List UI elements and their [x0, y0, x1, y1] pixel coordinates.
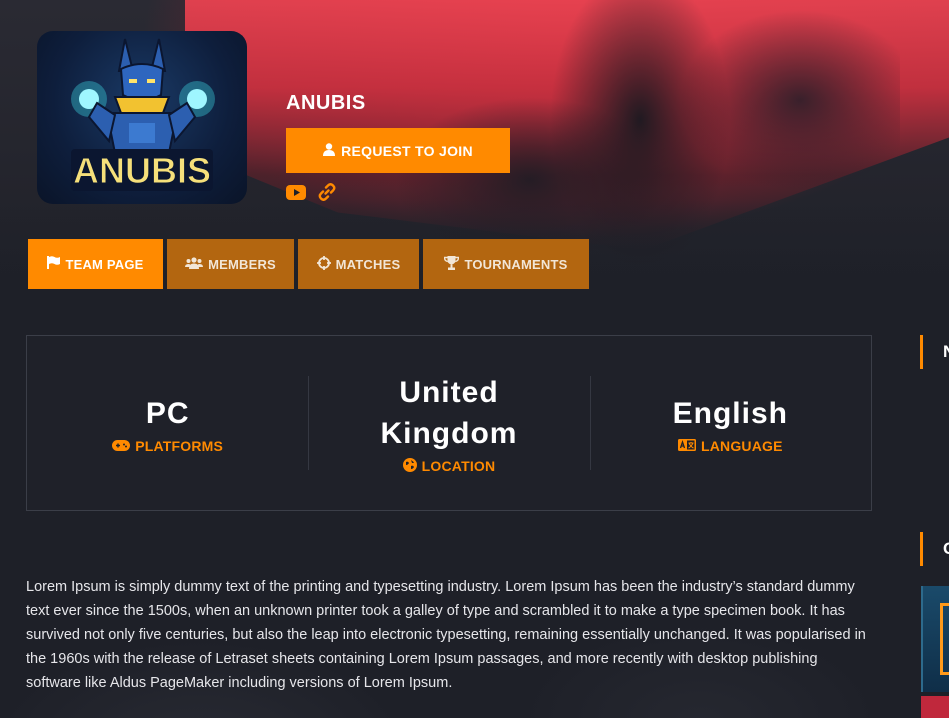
tab-team-page[interactable]: TEAM PAGE — [28, 239, 163, 289]
users-icon — [185, 256, 204, 272]
youtube-icon[interactable] — [286, 184, 306, 200]
sidebar-card-frame — [940, 603, 949, 675]
team-logo: ANUBIS — [37, 31, 247, 204]
team-stats-panel: PC PLATFORMS United Kingdom LOCATION Eng… — [26, 335, 872, 511]
team-description: Lorem Ipsum is simply dummy text of the … — [26, 578, 866, 691]
tab-tournaments[interactable]: TOURNAMENTS — [423, 239, 589, 289]
request-to-join-label: REQUEST TO JOIN — [341, 142, 473, 159]
stat-language: English LANGUAGE — [589, 336, 871, 510]
social-links — [286, 183, 336, 201]
stat-value: PC — [145, 396, 190, 430]
trophy-icon — [444, 255, 460, 273]
tab-label: MEMBERS — [208, 256, 276, 272]
flag-icon — [47, 256, 61, 272]
sidebar-card[interactable] — [921, 696, 949, 718]
location-label: LOCATION — [421, 458, 496, 474]
sidebar-heading: N — [943, 342, 949, 362]
logo-wordmark: ANUBIS — [73, 150, 211, 191]
stat-label: PLATFORMS — [112, 438, 223, 454]
gamepad-icon — [112, 438, 131, 454]
stat-label: LOCATION — [402, 457, 496, 475]
tab-label: MATCHES — [335, 256, 401, 272]
link-icon[interactable] — [318, 183, 336, 201]
tab-label: TOURNAMENTS — [464, 256, 568, 272]
anubis-mascot-icon: ANUBIS — [71, 38, 215, 192]
team-name: ANUBIS — [286, 92, 366, 114]
tab-members[interactable]: MEMBERS — [167, 239, 294, 289]
sidebar-heading-accent — [920, 335, 923, 369]
user-icon — [323, 142, 336, 159]
sidebar-heading-accent — [920, 532, 923, 566]
tab-label: TEAM PAGE — [65, 256, 144, 272]
platforms-label: PLATFORMS — [135, 437, 224, 454]
language-icon — [677, 438, 696, 454]
globe-icon — [402, 457, 417, 475]
team-tabs: TEAM PAGE MEMBERS MATCHES TOURNAMENTS — [28, 239, 589, 289]
stat-value: United Kingdom — [380, 375, 518, 450]
stat-platform: PC PLATFORMS — [27, 336, 308, 510]
tab-matches[interactable]: MATCHES — [298, 239, 419, 289]
stat-label: LANGUAGE — [677, 437, 783, 454]
stat-value: English — [672, 396, 788, 430]
language-label: LANGUAGE — [700, 437, 783, 454]
request-to-join-button[interactable]: REQUEST TO JOIN — [286, 128, 510, 173]
crosshair-icon — [316, 255, 331, 273]
sidebar-heading: C — [943, 539, 949, 559]
stat-location: United Kingdom LOCATION — [308, 336, 589, 510]
